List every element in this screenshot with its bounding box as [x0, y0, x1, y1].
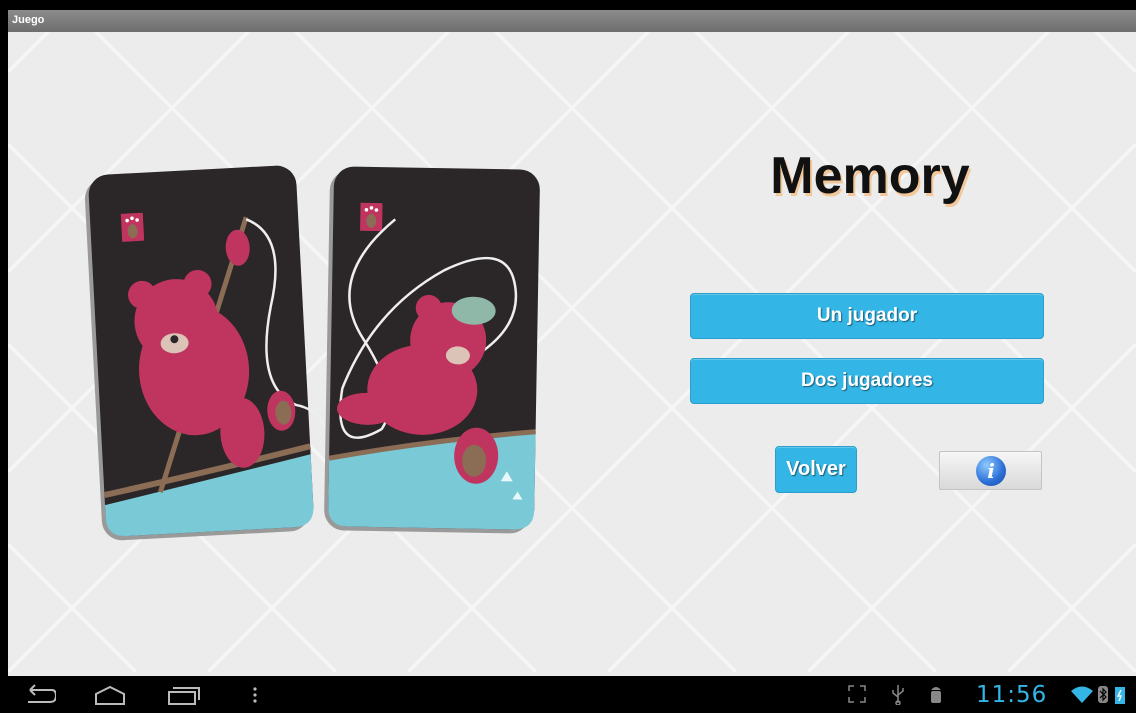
cards-illustration: [84, 165, 540, 541]
recent-apps-icon[interactable]: [165, 684, 201, 706]
menu-icon[interactable]: [250, 684, 260, 706]
paw-icon: [120, 212, 145, 242]
info-icon: i: [976, 456, 1006, 486]
one-player-button[interactable]: Un jugador: [690, 293, 1044, 339]
bluetooth-icon: [1098, 686, 1108, 703]
android-debug-icon: [931, 687, 941, 703]
clock: 11:56: [976, 682, 1048, 708]
card-bear-falling: [324, 166, 540, 534]
window-title: Juego: [12, 14, 45, 26]
info-button[interactable]: i: [939, 451, 1042, 490]
usb-icon: [892, 685, 904, 705]
wifi-icon: [1071, 686, 1093, 703]
game-title: Memory: [770, 147, 970, 205]
title-bar: Juego: [8, 10, 1136, 32]
fullscreen-icon: [848, 685, 866, 703]
back-button[interactable]: Volver: [775, 446, 857, 493]
card-bear-climbing: [84, 165, 332, 541]
battery-icon: [1115, 687, 1125, 704]
system-navigation-bar: 11:56: [0, 676, 1136, 713]
back-icon[interactable]: [22, 684, 56, 706]
app-screen: Juego Memory Un jugador Dos jugadores Vo…: [8, 10, 1136, 676]
home-icon[interactable]: [92, 684, 128, 706]
two-players-button[interactable]: Dos jugadores: [690, 358, 1044, 404]
paw-icon: [360, 202, 383, 232]
